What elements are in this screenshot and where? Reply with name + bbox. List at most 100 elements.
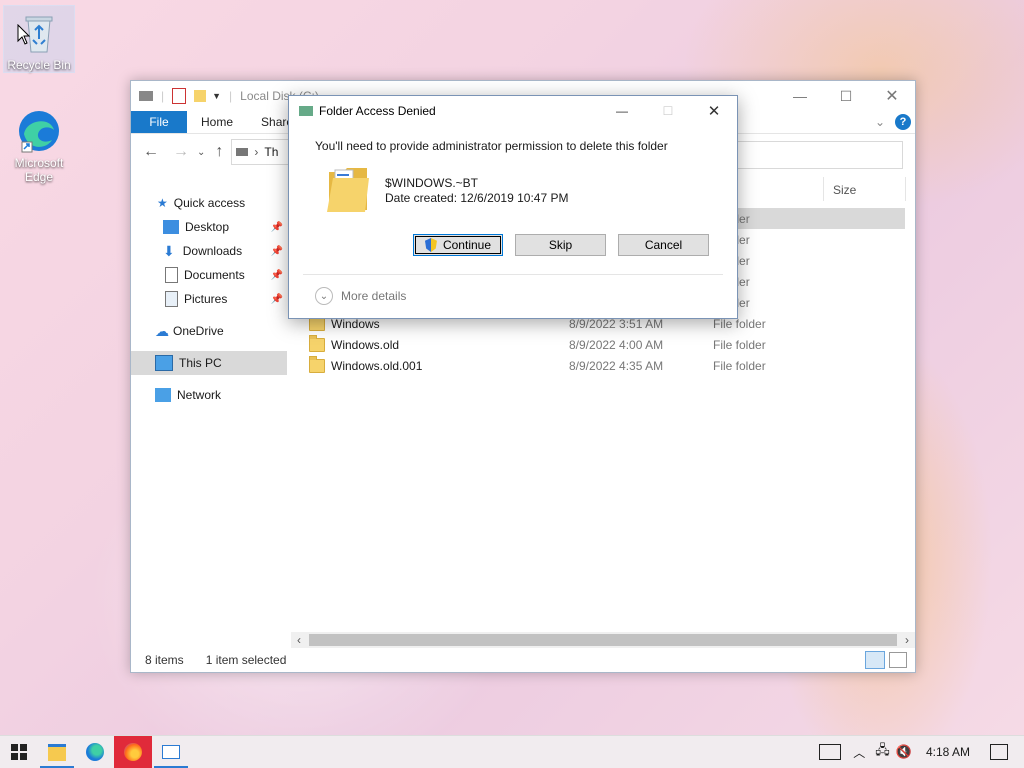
windows-logo-icon bbox=[11, 744, 27, 760]
horizontal-scrollbar[interactable]: ‹ › bbox=[291, 632, 915, 648]
picture-icon bbox=[165, 291, 178, 307]
dialog-message: You'll need to provide administrator per… bbox=[315, 139, 668, 153]
file-explorer-icon bbox=[48, 743, 66, 761]
cancel-button[interactable]: Cancel bbox=[618, 234, 709, 256]
search-box[interactable] bbox=[737, 141, 903, 169]
item-count: 8 items bbox=[145, 653, 184, 667]
clock[interactable]: 4:18 AM bbox=[926, 745, 970, 759]
document-icon bbox=[165, 267, 178, 283]
table-row[interactable]: Windows.old 8/9/2022 4:00 AM File folder bbox=[309, 334, 905, 355]
start-button[interactable] bbox=[0, 736, 38, 768]
taskbar-firefox[interactable] bbox=[114, 736, 152, 768]
desktop-icon bbox=[163, 220, 179, 234]
dialog-minimize-button[interactable]: — bbox=[599, 104, 645, 118]
breadcrumb-chevron-icon: › bbox=[254, 145, 259, 159]
folder-date-created: Date created: 12/6/2019 10:47 PM bbox=[385, 191, 569, 205]
edge-taskbar-icon bbox=[86, 743, 104, 761]
sidebar-item-onedrive[interactable]: ☁ OneDrive bbox=[131, 319, 287, 343]
column-divider bbox=[823, 177, 824, 201]
maximize-button[interactable]: ☐ bbox=[823, 81, 869, 111]
drive-small-icon bbox=[236, 148, 249, 156]
pin-icon: 📌 bbox=[270, 269, 283, 281]
mouse-cursor-icon bbox=[17, 23, 31, 49]
close-button[interactable]: ✕ bbox=[869, 81, 915, 111]
skip-button[interactable]: Skip bbox=[515, 234, 606, 256]
window-app-icon bbox=[162, 745, 180, 759]
forward-arrow-icon[interactable]: → bbox=[173, 143, 189, 161]
uac-shield-icon bbox=[424, 238, 437, 252]
cloud-icon: ☁ bbox=[155, 322, 169, 339]
properties-icon[interactable] bbox=[172, 88, 187, 104]
edge-desktop-icon[interactable]: Microsoft Edge bbox=[4, 104, 74, 184]
taskbar-edge[interactable] bbox=[76, 736, 114, 768]
recycle-bin-desktop-icon[interactable]: Recycle Bin bbox=[3, 5, 75, 73]
taskbar: ︿ 🖧 🔇 4:18 AM bbox=[0, 735, 1024, 768]
dialog-title: Folder Access Denied bbox=[319, 104, 436, 118]
scroll-left-icon[interactable]: ‹ bbox=[291, 633, 307, 647]
address-text: Th bbox=[264, 145, 279, 159]
date-cell: 8/9/2022 4:35 AM bbox=[569, 358, 664, 373]
minimize-button[interactable]: — bbox=[777, 81, 823, 111]
folder-icon bbox=[309, 334, 325, 352]
large-icons-view-icon[interactable] bbox=[889, 652, 907, 668]
sidebar-item-desktop[interactable]: Desktop 📌 bbox=[131, 215, 287, 239]
selected-count: 1 item selected bbox=[205, 653, 287, 667]
download-arrow-icon: ⬇ bbox=[163, 242, 175, 259]
details-view-icon[interactable] bbox=[865, 651, 885, 669]
sidebar-item-network[interactable]: Network bbox=[131, 383, 287, 407]
column-header-size[interactable]: Size bbox=[833, 183, 856, 197]
computer-icon bbox=[155, 355, 173, 371]
taskbar-dialog-window[interactable] bbox=[152, 736, 190, 768]
name-cell: Windows.old.001 bbox=[331, 358, 423, 373]
folder-icon bbox=[309, 355, 325, 373]
dialog-titlebar: Folder Access Denied — ☐ ✕ bbox=[289, 96, 737, 126]
tab-file[interactable]: File bbox=[131, 111, 187, 133]
chevron-up-icon[interactable]: ︿ bbox=[853, 744, 865, 761]
edge-label: Microsoft Edge bbox=[14, 156, 64, 184]
dialog-maximize-button: ☐ bbox=[662, 104, 674, 118]
pin-icon: 📌 bbox=[270, 245, 283, 257]
chevron-down-icon: ⌄ bbox=[315, 287, 333, 305]
news-widget-icon[interactable] bbox=[819, 744, 842, 760]
edge-icon bbox=[16, 108, 62, 154]
notification-icon[interactable] bbox=[990, 744, 1008, 760]
drive-icon bbox=[139, 91, 153, 101]
dialog-divider bbox=[303, 274, 723, 275]
back-arrow-icon[interactable]: ← bbox=[143, 143, 159, 161]
column-divider bbox=[905, 177, 906, 201]
tab-home[interactable]: Home bbox=[187, 111, 247, 133]
firefox-icon bbox=[124, 743, 142, 761]
sidebar-item-documents[interactable]: Documents 📌 bbox=[131, 263, 287, 287]
new-folder-icon[interactable] bbox=[194, 90, 207, 102]
volume-muted-icon[interactable]: 🔇 bbox=[896, 744, 912, 760]
dialog-folder-move-icon bbox=[299, 106, 313, 116]
pin-icon: 📌 bbox=[270, 293, 283, 305]
help-icon[interactable]: ? bbox=[895, 114, 911, 130]
type-cell: File folder bbox=[713, 358, 766, 373]
sidebar-item-downloads[interactable]: ⬇ Downloads 📌 bbox=[131, 239, 287, 263]
large-folder-icon bbox=[325, 162, 371, 221]
sidebar-item-this-pc[interactable]: This PC bbox=[131, 351, 287, 375]
table-row[interactable]: Windows.old.001 8/9/2022 4:35 AM File fo… bbox=[309, 355, 905, 376]
network-icon bbox=[155, 388, 171, 402]
dialog-close-button[interactable]: ✕ bbox=[691, 102, 737, 120]
recycle-bin-label: Recycle Bin bbox=[7, 58, 71, 72]
quick-access-dropdown-icon[interactable]: ▼ bbox=[212, 91, 221, 101]
pin-icon: 📌 bbox=[270, 221, 283, 233]
up-arrow-icon[interactable]: ↑ bbox=[215, 143, 223, 161]
recent-dropdown-icon[interactable]: ⌄ bbox=[197, 147, 205, 158]
star-icon: ★ bbox=[157, 196, 168, 210]
network-status-icon[interactable]: 🖧 bbox=[875, 741, 890, 763]
scrollbar-thumb[interactable] bbox=[309, 634, 897, 646]
type-cell: File folder bbox=[713, 337, 766, 352]
sidebar-item-pictures[interactable]: Pictures 📌 bbox=[131, 287, 287, 311]
taskbar-file-explorer[interactable] bbox=[38, 736, 76, 768]
sidebar-item-quick-access[interactable]: ★ Quick access bbox=[131, 191, 287, 215]
status-bar: 8 items 1 item selected bbox=[131, 648, 915, 672]
more-details-toggle[interactable]: ⌄ More details bbox=[315, 287, 406, 305]
navigation-pane: ★ Quick access Desktop 📌 ⬇ Downloads 📌 D… bbox=[131, 191, 287, 631]
ribbon-expand-icon[interactable]: ⌄ bbox=[875, 111, 885, 133]
continue-button[interactable]: Continue bbox=[413, 234, 503, 256]
scroll-right-icon[interactable]: › bbox=[899, 633, 915, 647]
date-cell: 8/9/2022 4:00 AM bbox=[569, 337, 664, 352]
